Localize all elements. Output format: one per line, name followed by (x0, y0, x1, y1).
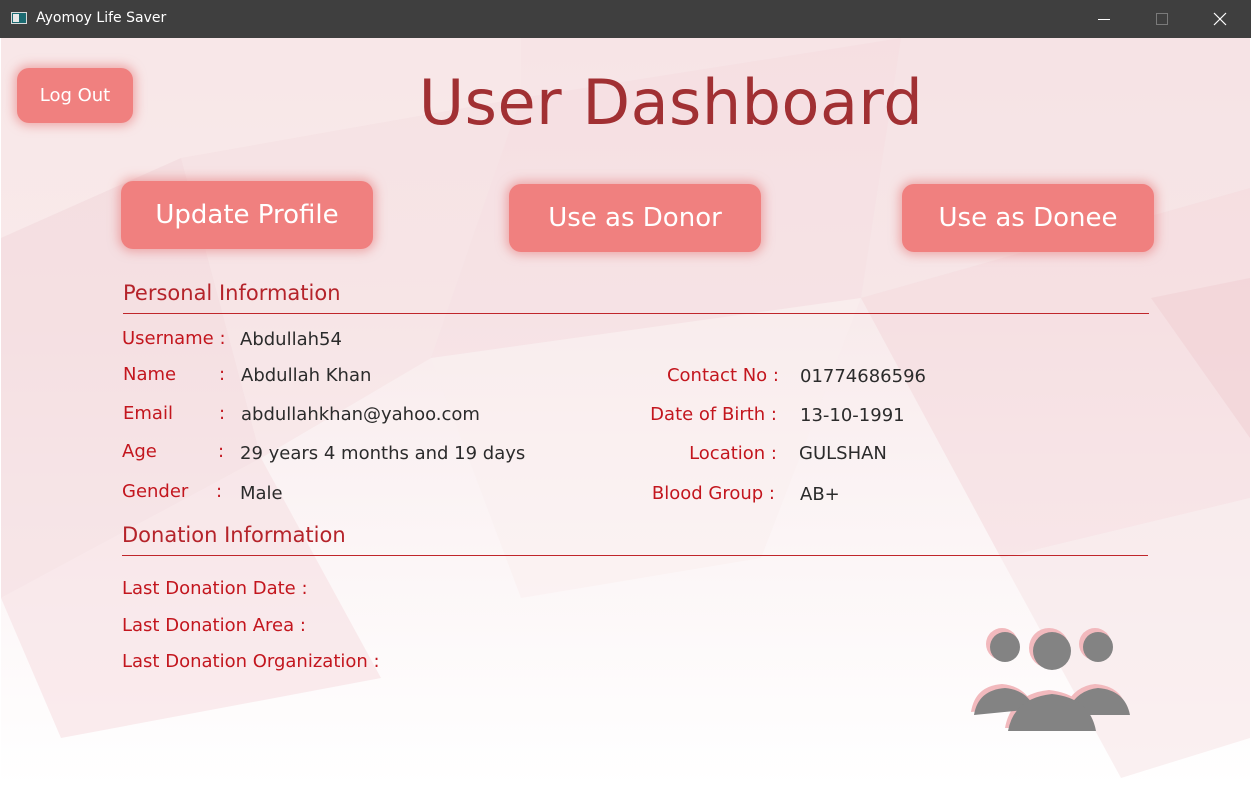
use-as-donor-button[interactable]: Use as Donor (509, 184, 761, 252)
update-profile-button[interactable]: Update Profile (121, 181, 373, 249)
blood-group-label: Blood Group : (651, 483, 775, 504)
email-colon: : (219, 403, 226, 424)
age-label: Age (122, 441, 157, 462)
close-icon (1213, 12, 1227, 26)
dashboard-content: Log Out User Dashboard Update Profile Us… (1, 38, 1250, 787)
window-title: Ayomoy Life Saver (36, 10, 167, 26)
minimize-icon (1098, 18, 1110, 20)
name-colon: : (219, 364, 226, 385)
personal-info-heading: Personal Information (123, 281, 341, 305)
window-titlebar: Ayomoy Life Saver (0, 0, 1251, 38)
last-donation-org-label: Last Donation Organization : (122, 651, 380, 672)
gender-label: Gender (122, 481, 189, 502)
username-value: Abdullah54 (240, 329, 342, 350)
email-label: Email (123, 403, 173, 424)
location-value: GULSHAN (799, 443, 887, 464)
gender-value: Male (240, 483, 283, 504)
last-donation-date-label: Last Donation Date : (122, 578, 308, 599)
donation-info-heading: Donation Information (122, 523, 346, 547)
last-donation-area-label: Last Donation Area : (122, 615, 306, 636)
minimize-button[interactable] (1075, 0, 1133, 38)
users-group-icon (971, 628, 1130, 731)
contact-value: 01774686596 (800, 366, 926, 387)
logout-button[interactable]: Log Out (17, 68, 133, 123)
maximize-icon (1156, 13, 1168, 25)
email-value: abdullahkhan@yahoo.com (241, 404, 480, 425)
app-icon (11, 12, 27, 24)
contact-label: Contact No : (666, 365, 779, 386)
blood-group-value: AB+ (800, 484, 840, 505)
page-title: User Dashboard (418, 66, 924, 139)
name-label: Name (123, 364, 177, 385)
personal-info-divider (123, 313, 1149, 314)
donation-info-divider (122, 555, 1148, 556)
close-button[interactable] (1191, 0, 1249, 38)
age-colon: : (218, 441, 225, 462)
age-value: 29 years 4 months and 19 days (240, 443, 526, 464)
dob-label: Date of Birth : (650, 404, 777, 425)
maximize-button[interactable] (1133, 0, 1191, 38)
use-as-donee-button[interactable]: Use as Donee (902, 184, 1154, 252)
name-value: Abdullah Khan (241, 365, 372, 386)
dob-value: 13-10-1991 (800, 405, 905, 426)
username-label: Username : (122, 328, 226, 349)
location-label: Location : (689, 443, 777, 464)
gender-colon: : (216, 481, 223, 502)
